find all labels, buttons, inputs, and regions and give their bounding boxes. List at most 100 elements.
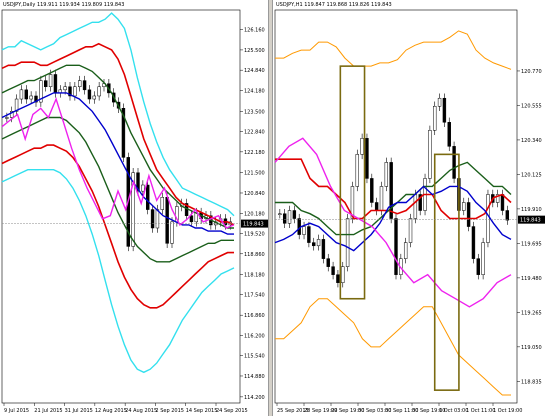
candle-body [297,218,301,235]
x-tick-label: 31 Jul 2015 [65,408,93,414]
candle-body [73,86,77,97]
candle-body [466,202,471,227]
y-tick-label: 114.880 [244,374,265,380]
candle-body [408,218,413,243]
candle-body [384,162,389,187]
candle-body [442,97,447,123]
y-tick-label: 122.180 [244,150,265,156]
candle-body [481,242,485,275]
y-tick-label: 118.860 [244,252,265,258]
daily-chart-panel[interactable]: USDJPY,Daily 119.911 119.934 119.809 119… [0,0,269,416]
candle-body [155,209,160,229]
candle-body [165,197,169,244]
candle-body [437,97,442,107]
y-tick-label: 116.860 [244,313,265,319]
y-tick-label: 120.770 [521,69,542,75]
y-tick-label: 115.540 [244,354,265,360]
y-tick-label: 116.200 [244,333,265,339]
candle-body [316,239,321,247]
x-tick-label: 2 Sep 2015 [155,408,184,414]
candle-body [413,194,418,219]
candle-body [141,184,145,192]
candle-body [97,86,101,97]
candle-body [312,242,316,247]
candle-body [370,178,374,203]
candle-body [447,122,451,147]
x-tick-label: 14 Sep 2015 [186,408,218,414]
y-tick-label: 126.160 [244,28,265,34]
candle-body [321,239,326,259]
candle-body [433,105,437,131]
candle-body [87,89,92,100]
candle-body [160,197,164,210]
candle-body [19,89,24,100]
y-tick-label: 120.180 [244,211,265,217]
daily-chart-svg[interactable]: 126.160 125.500 124.840 124.180 123.500 122.8… [0,0,268,416]
candle-body [365,138,369,179]
h1-chart-svg[interactable]: 120.770 120.555 120.340 120.125 119.910 119.8… [273,0,545,416]
candle-body [326,258,330,267]
h1-chart-panel[interactable]: USDJPY,H1 119.847 119.868 119.826 119.84… [272,0,545,416]
candle-body [29,95,33,100]
candle-body [486,194,490,243]
candle-body [394,218,398,275]
candle-body [302,226,306,235]
plot-area [1,9,241,404]
candle-body [292,210,297,219]
y-tick-label: 119.520 [244,232,265,238]
candle-body [150,209,155,229]
y-tick-label: 119.695 [521,241,542,247]
candle-body [355,154,359,187]
x-tick-label: 1 Oct 19:00 [493,408,522,414]
x-tick-label: 9 Jul 2015 [4,408,29,414]
candle-body [403,242,408,259]
x-tick-label: 24 Sep 2015 [216,408,248,414]
y-tick-label: 119.050 [521,345,542,351]
candle-body [63,86,67,91]
y-tick-label: 124.840 [244,68,265,74]
h1-chart-title: USDJPY,H1 119.847 119.868 119.826 119.84… [276,2,392,8]
candle-body [24,89,28,100]
x-tick-label: 24 Aug 2015 [125,408,157,414]
y-tick-label: 118.180 [244,273,265,279]
current-price-label: 119.843 [520,218,541,224]
x-tick-label: 1 Oct 03:00 [439,408,468,414]
y-tick-label: 119.910 [521,207,542,213]
candle-body [471,226,476,259]
candle-body [82,80,87,91]
candle-body [44,80,48,88]
candle-body [341,266,345,283]
current-price-label: 119.843 [243,222,264,228]
y-tick-label: 119.265 [521,310,542,316]
candle-body [452,146,456,179]
candle-body [336,274,340,283]
candle-body [78,80,82,88]
candle-body [374,202,379,211]
candle-body [345,218,350,267]
candle-body [307,226,311,243]
x-tick-label: 12 Aug 2015 [95,408,127,414]
candle-body [379,186,384,211]
candle-body [278,213,282,215]
y-tick-label: 120.125 [521,172,542,178]
candle-body [505,210,510,221]
candle-body [360,138,364,155]
y-tick-label: 121.500 [244,171,265,177]
candle-body [170,221,174,244]
candle-body [48,74,53,88]
candle-body [53,74,58,94]
candle-body [189,215,194,223]
y-tick-label: 119.480 [521,276,542,282]
candle-body [500,194,505,211]
candle-body [287,210,292,224]
candle-body [331,266,335,275]
y-tick-label: 125.500 [244,48,265,54]
y-tick-label: 118.835 [521,379,542,385]
y-tick-label: 120.555 [521,103,542,109]
y-tick-label: 117.540 [244,292,265,298]
candle-body [146,184,150,210]
candle-body [282,213,287,224]
x-tick-label: 1 Oct 11:00 [466,408,495,414]
y-tick-label: 124.180 [244,88,265,94]
candle-body [5,117,9,119]
